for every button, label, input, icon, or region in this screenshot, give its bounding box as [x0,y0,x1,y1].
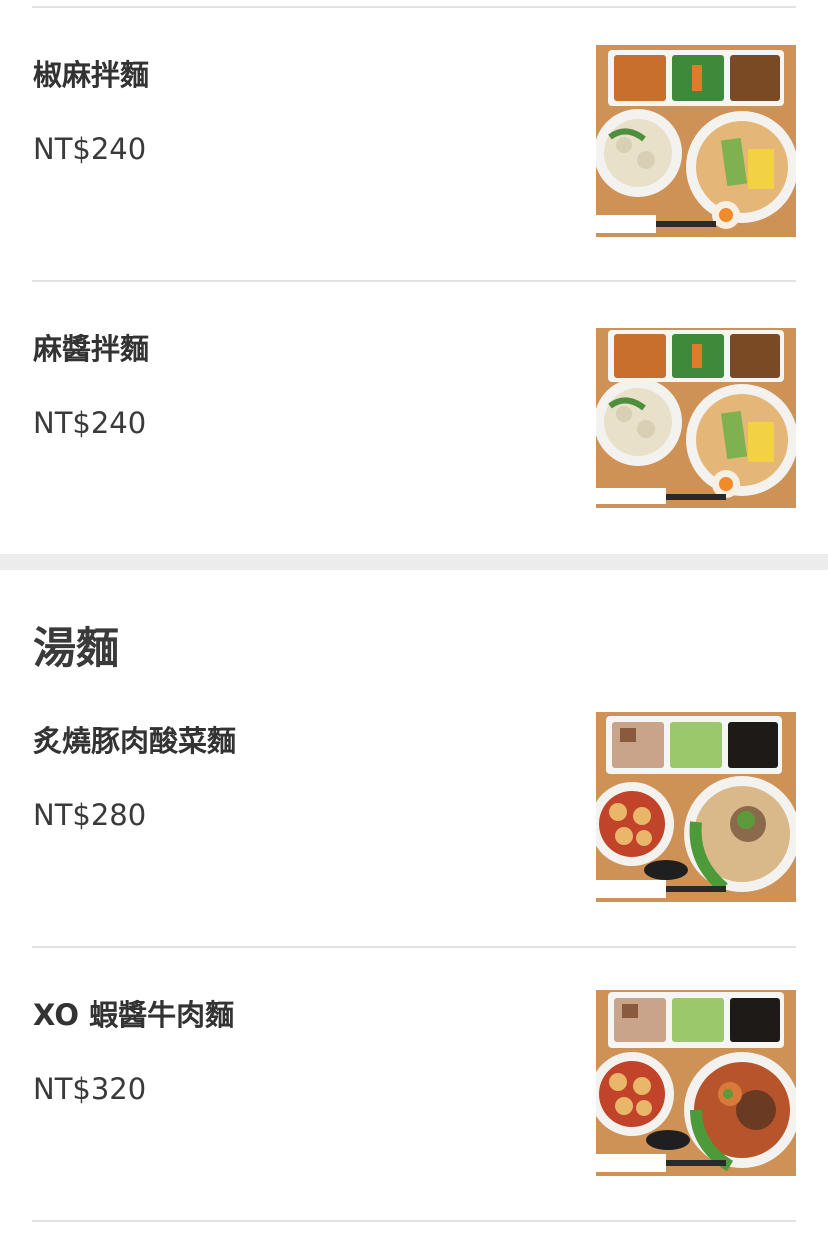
beef-noodle-set-meal-photo-icon [596,990,796,1176]
item-name: XO 蝦醬牛肉麵 [33,998,235,1032]
divider [32,1220,796,1222]
menu-item[interactable]: XO 蝦醬牛肉麵 NT$320 [0,948,828,1220]
item-name: 麻醬拌麵 [33,332,150,366]
item-price: NT$240 [33,132,147,166]
item-photo[interactable] [596,990,796,1176]
noodle-set-meal-photo-icon [596,328,796,508]
section-title: 湯麵 [33,624,119,674]
section-separator [0,554,828,570]
item-price: NT$280 [33,798,147,832]
soup-noodle-set-meal-photo-icon [596,712,796,902]
item-price: NT$320 [33,1072,147,1106]
menu-item[interactable]: 椒麻拌麵 NT$240 [0,0,828,280]
menu-item[interactable]: 炙燒豚肉酸菜麵 NT$280 [0,690,828,946]
item-photo[interactable] [596,712,796,902]
menu-item[interactable]: 麻醬拌麵 NT$240 [0,282,828,554]
item-name: 椒麻拌麵 [33,58,150,92]
noodle-set-meal-photo-icon [596,45,796,237]
item-photo[interactable] [596,45,796,237]
item-price: NT$240 [33,406,147,440]
item-name: 炙燒豚肉酸菜麵 [33,724,237,758]
item-photo[interactable] [596,328,796,508]
